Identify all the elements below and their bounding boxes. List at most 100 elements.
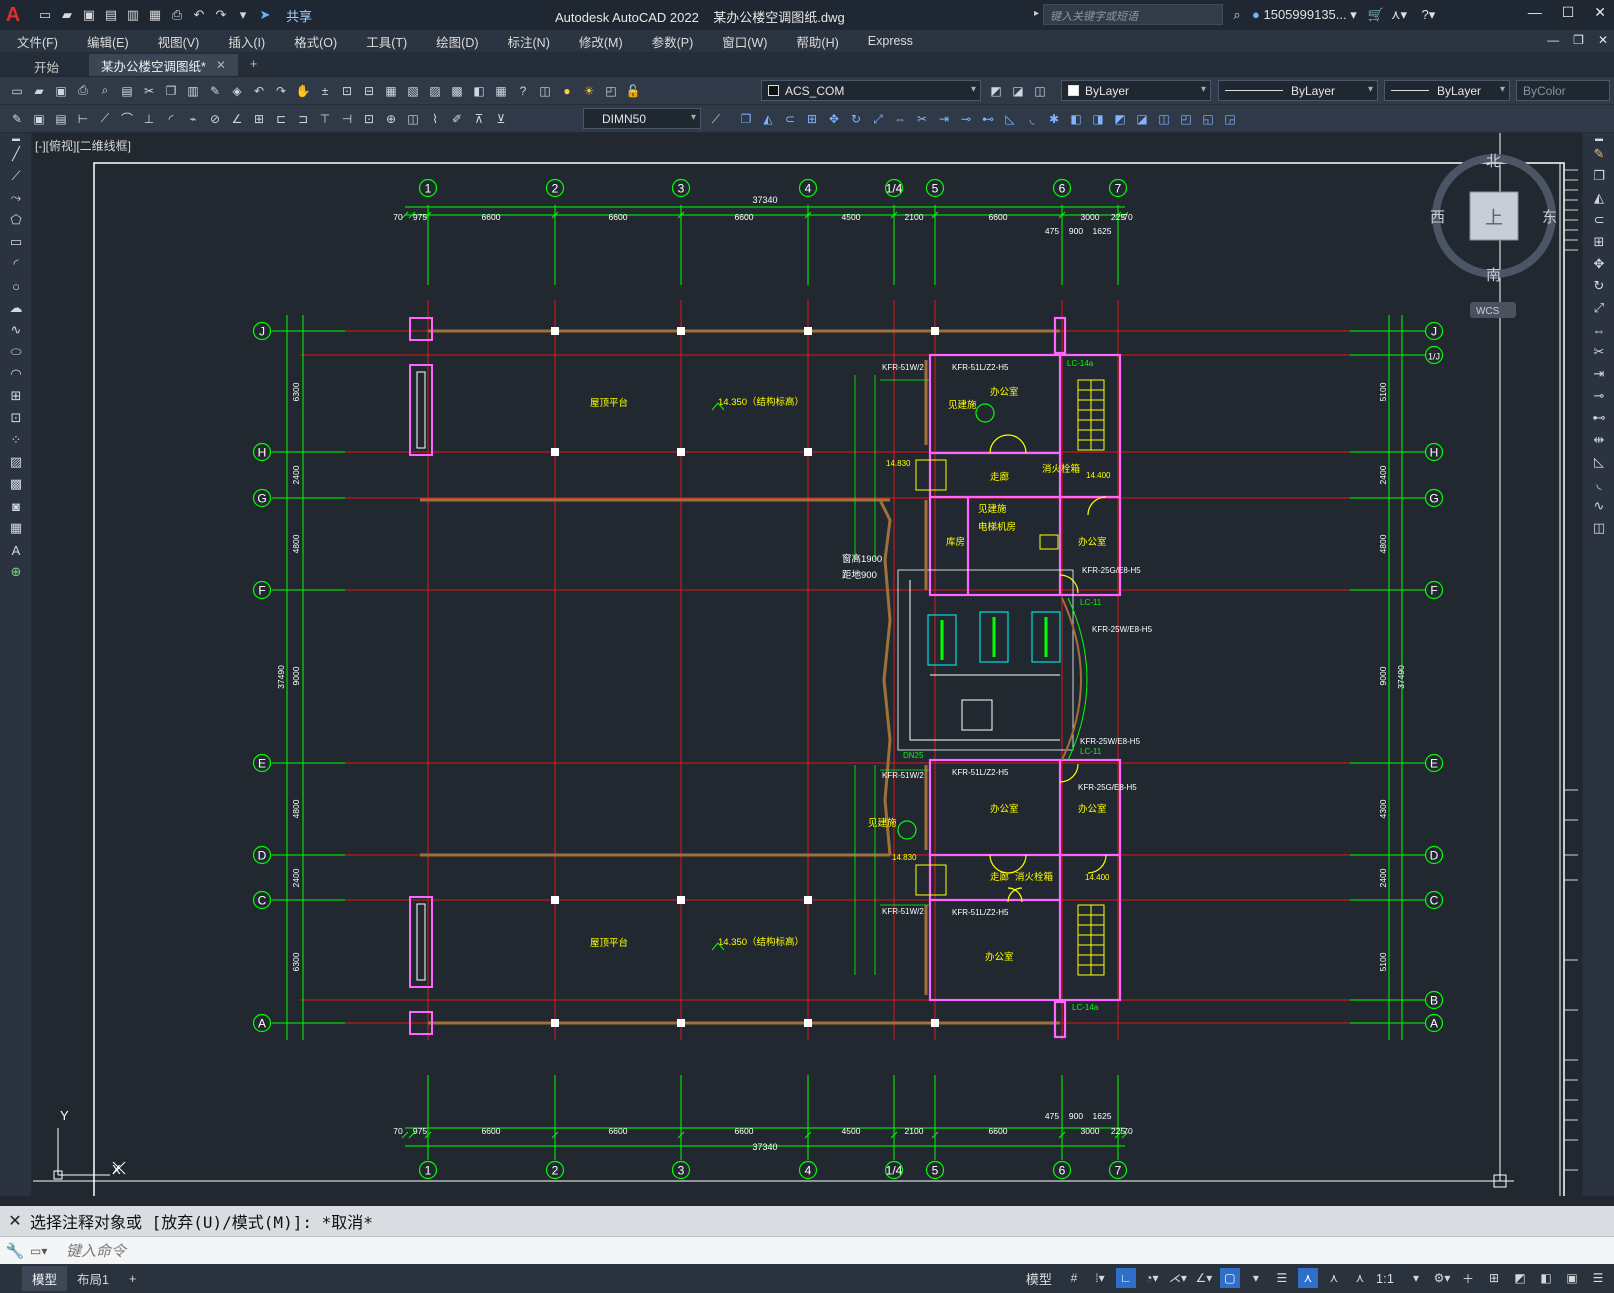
redo-icon[interactable]: ↷	[212, 6, 230, 24]
dim-edit-icon[interactable]: ▣	[30, 110, 48, 128]
user-account[interactable]: ● 1505999135... ▾ 🛒 ⋏▾ ?▾	[1252, 7, 1435, 23]
annotation-scale-icon[interactable]: ⋏	[1350, 1268, 1370, 1288]
tolerance-icon[interactable]: ⊡	[360, 110, 378, 128]
gradient-icon[interactable]: ▩	[0, 473, 32, 495]
recent-commands-icon[interactable]: ▭▾	[30, 1244, 60, 1258]
plot-icon[interactable]: ⎙	[74, 82, 92, 100]
object-snap-icon[interactable]: ▢	[1219, 1268, 1240, 1288]
inspect-icon[interactable]: ◫	[404, 110, 422, 128]
drawing-canvas[interactable]: 37340 37340 70 70 975 975 6600 6600 6600 6600 6600…	[33, 133, 1581, 1204]
viewcube[interactable]: 上 北 南 东 西 WCS	[1430, 153, 1557, 318]
dim-space-icon[interactable]: ⊤	[316, 110, 334, 128]
extend-icon[interactable]: ⇥	[935, 110, 953, 128]
point-icon[interactable]: ⁘	[0, 429, 32, 451]
trim-icon[interactable]: ✂	[1583, 341, 1614, 363]
chamfer-icon[interactable]: ◺	[1001, 110, 1019, 128]
undo-icon[interactable]: ↶	[190, 6, 208, 24]
layer-properties-icon[interactable]: ◫	[536, 82, 554, 100]
offset-icon[interactable]: ⊂	[781, 110, 799, 128]
layer-lock-icon[interactable]: 🔓	[624, 82, 642, 100]
share-icon[interactable]: ➤	[256, 6, 274, 24]
ellipse-icon[interactable]: ⬭	[0, 341, 32, 363]
publish-icon[interactable]: ▥	[124, 6, 142, 24]
sheet-set-icon[interactable]: ▩	[448, 82, 466, 100]
quick-dim-icon[interactable]: ✎	[8, 110, 26, 128]
menu-file[interactable]: 文件(F)	[0, 32, 70, 51]
close-tab-icon[interactable]: ✕	[216, 58, 226, 72]
dimstyle-dropdown[interactable]: DIMN50 ▾	[583, 108, 701, 129]
lineweight-icon[interactable]: ☰	[1272, 1268, 1292, 1288]
scale-icon[interactable]: ⤢	[869, 110, 887, 128]
help-icon[interactable]: ?	[514, 82, 532, 100]
hardware-acceleration-icon[interactable]: ▣	[1562, 1268, 1582, 1288]
draworder-icon[interactable]: ◧	[1067, 110, 1085, 128]
undo-icon[interactable]: ↶	[250, 82, 268, 100]
add-layout-button[interactable]: +	[119, 1269, 146, 1289]
trim-icon[interactable]: ✂	[913, 110, 931, 128]
block-icon[interactable]: ◩	[1111, 110, 1129, 128]
design-center-icon[interactable]: ▧	[404, 82, 422, 100]
match-properties-icon[interactable]: ✎	[206, 82, 224, 100]
add-selected-icon[interactable]: ⊕	[0, 561, 32, 583]
color-dropdown[interactable]: ByLayer ▾	[1061, 80, 1211, 101]
polygon-icon[interactable]: ⬠	[0, 209, 32, 231]
layer-states-icon[interactable]: ◫	[1031, 82, 1049, 100]
make-block-icon[interactable]: ⊡	[0, 407, 32, 429]
jogged-linear-icon[interactable]: ⌇	[426, 110, 444, 128]
redo-icon[interactable]: ↷	[272, 82, 290, 100]
dim-break-icon[interactable]: ⊣	[338, 110, 356, 128]
quick-dimension-icon[interactable]: ⊞	[250, 110, 268, 128]
plot-preview-icon[interactable]: ⌕	[96, 82, 114, 100]
polyline-icon[interactable]: ⤳	[0, 187, 32, 209]
ortho-icon[interactable]: ∟	[1115, 1268, 1136, 1288]
quick-properties-icon[interactable]: ◩	[1510, 1268, 1530, 1288]
join-icon[interactable]: ⇹	[1583, 429, 1614, 451]
insert-block-icon[interactable]: ⊞	[0, 385, 32, 407]
annotation-monitor-icon[interactable]: ＋	[1458, 1268, 1478, 1288]
mirror-icon[interactable]: ◭	[759, 110, 777, 128]
blend-icon[interactable]: ∿	[1583, 495, 1614, 517]
close-window-button[interactable]: ✕	[1594, 4, 1606, 21]
new-file-icon[interactable]: ▭	[36, 6, 54, 24]
spline-icon[interactable]: ∿	[0, 319, 32, 341]
linear-dim-icon[interactable]: ⊢	[74, 110, 92, 128]
angular-dim-icon[interactable]: ∠	[228, 110, 246, 128]
menu-window[interactable]: 窗口(W)	[705, 32, 779, 51]
insert-icon[interactable]: ◪	[1133, 110, 1151, 128]
move-icon[interactable]: ✥	[825, 110, 843, 128]
viewcube-north[interactable]: 北	[1486, 153, 1501, 170]
array-icon[interactable]: ⊞	[803, 110, 821, 128]
zoom-window-icon[interactable]: ⊡	[338, 82, 356, 100]
drawing-svg[interactable]: 37340 37340 70 70 975 975 6600 6600 6600 6600 6600…	[33, 133, 1581, 1204]
menu-help[interactable]: 帮助(H)	[779, 32, 850, 51]
viewcube-top-label[interactable]: 上	[1485, 208, 1503, 228]
snap-icon[interactable]: ⁞▾	[1090, 1268, 1110, 1288]
menu-dimension[interactable]: 标注(N)	[491, 32, 562, 51]
grip-handle-icon[interactable]: ▬	[1583, 133, 1614, 143]
units-icon[interactable]: ⊞	[1484, 1268, 1504, 1288]
new-tab-button[interactable]: +	[238, 54, 269, 76]
menu-express[interactable]: Express	[851, 34, 925, 48]
copy-icon[interactable]: ❐	[162, 82, 180, 100]
break-icon[interactable]: ⊷	[1583, 407, 1614, 429]
arc-icon[interactable]: ◜	[0, 253, 32, 275]
dim-update-icon[interactable]: ⊻	[492, 110, 510, 128]
object-snap-dropdown-icon[interactable]: ▾	[1246, 1268, 1266, 1288]
cart-icon[interactable]: 🛒	[1368, 7, 1384, 22]
doc-restore-button[interactable]: ❐	[1573, 33, 1584, 47]
stretch-icon[interactable]: ⇔	[891, 110, 909, 128]
wcs-label[interactable]: WCS	[1476, 306, 1500, 317]
menu-draw[interactable]: 绘图(D)	[419, 32, 490, 51]
share-button[interactable]: 共享	[286, 6, 312, 25]
layer-freeze-icon[interactable]: ☀	[580, 82, 598, 100]
copy-icon[interactable]: ❐	[1583, 165, 1614, 187]
layer-viewport-icon[interactable]: ◰	[602, 82, 620, 100]
auto-scale-icon[interactable]: ⋏	[1324, 1268, 1344, 1288]
viewcube-west[interactable]: 西	[1430, 209, 1445, 226]
model-space-toggle[interactable]: 模型	[1026, 1269, 1052, 1288]
tab-start[interactable]: 开始	[0, 54, 89, 76]
wipeout-icon[interactable]: ◲	[1221, 110, 1239, 128]
doc-close-button[interactable]: ✕	[1598, 33, 1608, 47]
xref-icon[interactable]: ◰	[1177, 110, 1195, 128]
polar-tracking-icon[interactable]: ◔▾	[1142, 1268, 1162, 1288]
